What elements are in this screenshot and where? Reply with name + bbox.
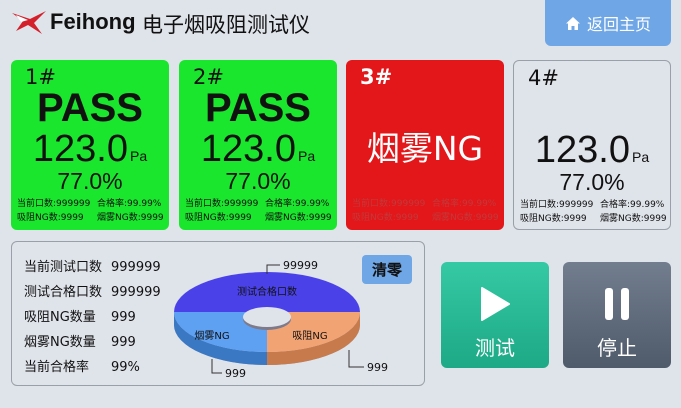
station-result: 烟雾NG xyxy=(366,129,484,168)
summary-value: 999 xyxy=(111,335,136,350)
donut-chart: 测试合格口数 烟雾NG 吸阻NG 99999 999 999 xyxy=(174,259,388,380)
station-number: 3# xyxy=(360,65,393,89)
summary-row-resist-ng: 吸阻NG数量 999 xyxy=(24,306,136,325)
smoke-ng-count: 烟雾NG数:9999 xyxy=(97,213,164,223)
summary-row-pass-rate: 当前合格率 99% xyxy=(24,356,140,375)
station-pressure: 123.0 Pa xyxy=(179,128,337,171)
resist-leader-line xyxy=(348,350,364,368)
summary-value: 999999 xyxy=(111,260,161,275)
play-icon xyxy=(481,287,510,321)
pass-rate: 合格率:99.99% xyxy=(432,199,497,209)
pass-segment-value: 99999 xyxy=(283,259,318,272)
smoke-ng-count: 烟雾NG数:9999 xyxy=(265,213,332,223)
summary-row-pass-count: 测试合格口数 999999 xyxy=(24,281,161,300)
stop-button-label: 停止 xyxy=(597,336,637,360)
current-count: 当前口数:999999 xyxy=(520,200,594,210)
app-title: 电子烟吸阻测试仪 xyxy=(142,13,310,37)
station-pressure: 123.0 Pa xyxy=(11,128,169,171)
smoke-segment-value: 999 xyxy=(225,367,246,380)
smoke-segment-label: 烟雾NG xyxy=(194,329,229,342)
resist-ng-count: 吸阻NG数:9999 xyxy=(352,213,419,223)
resist-ng-count: 吸阻NG数:9999 xyxy=(520,214,587,224)
station-rate: 77.0% xyxy=(559,169,625,195)
current-count: 当前口数:999999 xyxy=(352,199,426,209)
pressure-unit: Pa xyxy=(631,149,650,165)
pass-rate: 合格率:99.99% xyxy=(600,200,665,210)
pass-rate: 合格率:99.99% xyxy=(265,199,330,209)
smoke-ng-count: 烟雾NG数:9999 xyxy=(600,214,667,224)
station-result: PASS xyxy=(205,86,311,130)
test-button-label: 测试 xyxy=(475,336,515,360)
home-icon xyxy=(565,16,580,30)
station-rate: 77.0% xyxy=(57,168,123,194)
resist-ng-count: 吸阻NG数:9999 xyxy=(185,213,252,223)
smoke-leader-line xyxy=(211,359,222,374)
summary-label: 当前合格率 xyxy=(24,360,90,375)
summary-label: 测试合格口数 xyxy=(24,285,103,300)
summary-row-smoke-ng: 烟雾NG数量 999 xyxy=(24,331,136,350)
brand-name: Feihong xyxy=(50,9,136,34)
test-button[interactable]: 测试 xyxy=(441,262,549,368)
summary-row-current-count: 当前测试口数 999999 xyxy=(24,256,161,275)
station-card-3: 3# 烟雾NG 当前口数:999999 合格率:99.99% 吸阻NG数:999… xyxy=(346,60,504,230)
summary-label: 烟雾NG数量 xyxy=(24,335,96,350)
pass-rate: 合格率:99.99% xyxy=(97,199,162,209)
summary-value: 999999 xyxy=(111,285,161,300)
resist-segment-value: 999 xyxy=(367,361,388,374)
pressure-unit: Pa xyxy=(297,148,316,164)
feihong-logo-icon xyxy=(12,11,46,34)
resist-ng-count: 吸阻NG数:9999 xyxy=(17,213,84,223)
summary-value: 99% xyxy=(111,360,140,375)
station-pressure: 123.0 Pa xyxy=(514,129,670,172)
summary-label: 吸阻NG数量 xyxy=(24,310,96,325)
pressure-unit: Pa xyxy=(129,148,148,164)
summary-panel: 当前测试口数 999999 测试合格口数 999999 吸阻NG数量 999 烟雾NG… xyxy=(11,241,425,386)
pressure-value: 123.0 xyxy=(534,129,630,171)
pressure-value: 123.0 xyxy=(32,128,128,170)
station-rate: 77.0% xyxy=(225,168,291,194)
home-button[interactable]: 返回主页 xyxy=(545,0,671,46)
summary-value: 999 xyxy=(111,310,136,325)
smoke-ng-count: 烟雾NG数:9999 xyxy=(432,213,499,223)
pause-icon xyxy=(605,288,629,320)
current-count: 当前口数:999999 xyxy=(17,199,91,209)
current-count: 当前口数:999999 xyxy=(185,199,259,209)
station-card-4: 4# 123.0 Pa 77.0% 当前口数:999999 合格率:99.99% … xyxy=(513,60,671,230)
stop-button[interactable]: 停止 xyxy=(563,262,671,368)
station-result: PASS xyxy=(37,86,143,130)
station-card-2: 2# PASS 123.0 Pa 77.0% 当前口数:999999 合格率:99… xyxy=(179,60,337,230)
pressure-value: 123.0 xyxy=(200,128,296,170)
summary-label: 当前测试口数 xyxy=(24,260,103,275)
station-card-1: 1# PASS 123.0 Pa 77.0% 当前口数:999999 合格率:99… xyxy=(11,60,169,230)
pass-segment-label: 测试合格口数 xyxy=(237,285,297,298)
home-button-label: 返回主页 xyxy=(586,15,651,34)
station-number: 4# xyxy=(528,66,559,90)
resist-segment-label: 吸阻NG xyxy=(292,330,327,342)
header: Feihong 电子烟吸阻测试仪 返回主页 xyxy=(0,0,681,48)
